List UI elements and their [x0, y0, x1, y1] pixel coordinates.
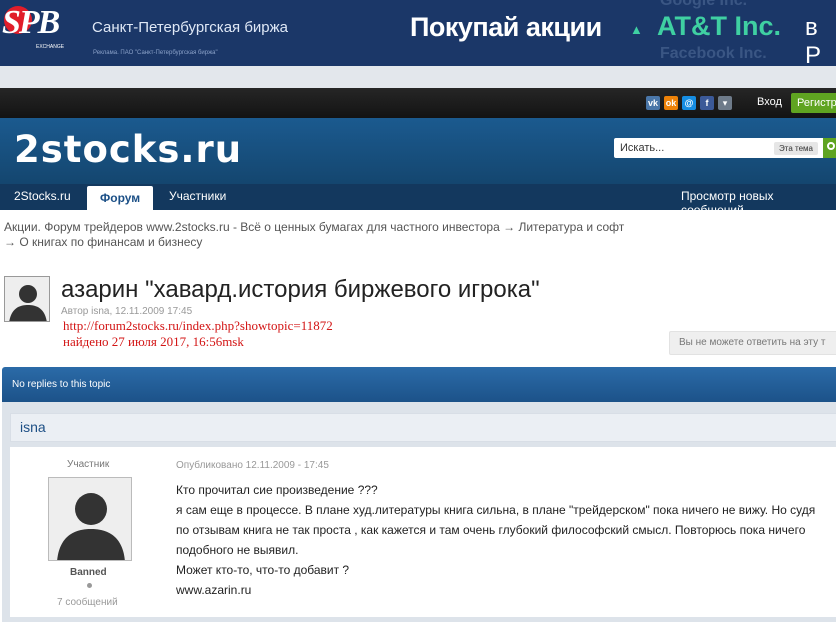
- breadcrumb-separator: →: [503, 220, 516, 234]
- breadcrumb-item-literature[interactable]: Литература и софт: [518, 220, 624, 234]
- more-dropdown-icon[interactable]: ▾: [718, 96, 732, 110]
- spb-logo-subtext: EXCHANGE: [36, 44, 65, 50]
- up-arrow-icon: ▲: [630, 22, 643, 37]
- cant-reply-notice: Вы не можете ответить на эту т: [669, 331, 836, 355]
- vk-icon[interactable]: vk: [646, 96, 660, 110]
- mailru-icon[interactable]: @: [682, 96, 696, 110]
- post-link[interactable]: www.azarin.ru: [176, 580, 826, 600]
- view-new-posts-link[interactable]: Просмотр новых сообщений: [681, 189, 836, 217]
- post-author-avatar[interactable]: [48, 477, 132, 561]
- search-box: Эта тема: [614, 138, 836, 158]
- post-line: Может кто-то, что-то добавит ?: [176, 563, 350, 577]
- ad-suffix: в Р: [805, 14, 822, 66]
- author-role: Участник: [67, 459, 110, 470]
- search-scope-button[interactable]: Эта тема: [774, 142, 818, 155]
- post-date: Опубликовано 12.11.2009 - 17:45: [176, 460, 329, 471]
- user-silhouette-icon: [5, 277, 49, 321]
- breadcrumb-separator: →: [4, 235, 16, 249]
- archive-stamp-date: найдено 27 июля 2017, 16:56msk: [63, 334, 244, 349]
- main-nav: 2Stocks.ru Форум Участники Просмотр новы…: [0, 184, 836, 217]
- facebook-icon[interactable]: f: [700, 96, 714, 110]
- search-icon: [827, 142, 835, 150]
- breadcrumb: Акции. Форум трейдеров www.2stocks.ru - …: [4, 220, 704, 250]
- online-status-dot: [87, 583, 92, 588]
- tab-members[interactable]: Участники: [169, 189, 226, 203]
- ad-slogan: Покупай акции: [410, 12, 602, 42]
- breadcrumb-item-forum[interactable]: Акции. Форум трейдеров www.2stocks.ru - …: [4, 220, 500, 234]
- ad-exchange-name: Санкт-Петербургская биржа: [92, 19, 289, 36]
- spb-logo-text: SPB: [2, 4, 60, 41]
- breadcrumb-item-books[interactable]: О книгах по финансам и бизнесу: [19, 235, 202, 249]
- post-line: Кто прочитал сие произведение ???: [176, 483, 378, 497]
- ad-stock-name: AT&T Inc.: [657, 11, 781, 41]
- author-status-badge: Banned: [70, 567, 107, 578]
- post-line: я сам еще в процессе. В плане худ.литера…: [176, 503, 816, 557]
- user-silhouette-icon: [49, 478, 131, 560]
- tab-2stocks[interactable]: 2Stocks.ru: [14, 189, 71, 203]
- topic-title: азарин "хавард.история биржевого игрока": [61, 276, 540, 303]
- register-button[interactable]: Регистр: [791, 93, 836, 113]
- login-link[interactable]: Вход: [757, 96, 782, 108]
- top-bar: vk ok @ f ▾ Вход Регистр: [0, 88, 836, 118]
- tab-forum[interactable]: Форум: [87, 186, 154, 210]
- ad-legal-note: Реклама. ПАО "Санкт-Петербургская биржа": [93, 50, 218, 56]
- topic-meta: Автор isna, 12.11.2009 17:45: [61, 306, 193, 317]
- author-message-count[interactable]: 7 сообщений: [57, 597, 118, 608]
- archive-stamp-url: http://forum2stocks.ru/index.php?showtop…: [63, 318, 333, 333]
- ad-ghost-stock-bottom: Facebook Inc.: [660, 45, 767, 62]
- site-header: 2stocks.ru Эта тема: [0, 118, 836, 184]
- search-submit-button[interactable]: [823, 138, 836, 158]
- odnoklassniki-icon[interactable]: ok: [664, 96, 678, 110]
- ad-banner[interactable]: SPB EXCHANGE Санкт-Петербургская биржа Р…: [0, 0, 836, 66]
- post-content: Кто прочитал сие произведение ??? я сам …: [176, 480, 826, 600]
- site-logo[interactable]: 2stocks.ru: [14, 128, 242, 171]
- banner-gap: [0, 66, 836, 88]
- spb-exchange-logo: SPB EXCHANGE: [0, 0, 78, 60]
- topic-author-avatar[interactable]: [4, 276, 50, 322]
- post-author-name[interactable]: isna: [10, 413, 836, 442]
- ad-ghost-stock-top: Google Inc.: [660, 0, 748, 9]
- replies-bar: No replies to this topic: [2, 367, 836, 402]
- search-input[interactable]: [614, 138, 764, 158]
